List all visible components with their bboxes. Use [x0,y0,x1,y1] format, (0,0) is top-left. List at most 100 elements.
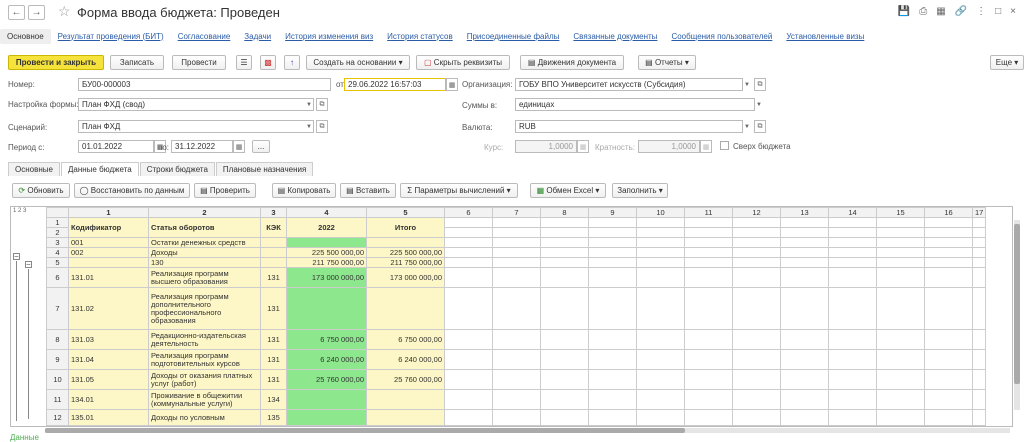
nav-tab-files[interactable]: Присоединенные файлы [460,32,567,41]
chevron-down-icon[interactable]: ▼ [304,120,314,133]
calendar-icon[interactable]: ▦ [233,140,245,153]
open-icon[interactable]: ⧉ [754,78,766,91]
item-cell[interactable]: Доходы [148,247,261,258]
item-cell[interactable]: Доходы по условным [148,409,261,426]
empty-cell[interactable] [876,329,925,350]
more-button[interactable]: Еще ▾ [990,55,1024,70]
empty-cell[interactable] [780,247,829,258]
empty-cell[interactable] [828,247,877,258]
empty-cell[interactable] [828,267,877,288]
chevron-down-icon[interactable]: ▼ [742,120,752,133]
code-cell[interactable]: 131.02 [68,287,149,330]
post-and-close-button[interactable]: Провести и закрыть [8,55,104,70]
nav-tab-approval[interactable]: Согласование [171,32,238,41]
empty-cell[interactable] [636,389,685,410]
empty-cell[interactable] [828,369,877,390]
sub-tab-budget-rows[interactable]: Строки бюджета [139,162,215,176]
empty-cell[interactable] [444,389,493,410]
nav-tab-main[interactable]: Основное [0,28,51,44]
empty-cell[interactable] [780,329,829,350]
paste-button[interactable]: ▤ Вставить [340,183,396,198]
total-cell[interactable] [366,389,445,410]
chevron-down-icon[interactable]: ▼ [754,98,764,111]
item-cell[interactable]: Реализация программ высшего образования [148,267,261,288]
print-icon[interactable]: ⎙ [919,6,927,17]
empty-cell[interactable] [924,287,973,330]
nav-tab-visa-history[interactable]: История изменения виз [278,32,380,41]
value-2022-cell[interactable]: 25 760 000,00 [286,369,367,390]
kek-cell[interactable]: 131 [260,267,287,288]
sub-tab-planned[interactable]: Плановые назначения [215,162,314,176]
sub-tab-budget-data[interactable]: Данные бюджета [60,162,139,176]
kek-cell[interactable] [260,247,287,258]
empty-cell[interactable] [540,349,589,370]
empty-cell[interactable] [924,267,973,288]
favorite-star-icon[interactable]: ☆ [58,3,71,20]
empty-cell[interactable] [924,409,973,426]
column-header[interactable]: 6 [444,207,493,218]
empty-cell[interactable] [540,227,589,238]
value-2022-cell[interactable]: 211 750 000,00 [286,257,367,268]
empty-cell[interactable] [780,267,829,288]
total-cell[interactable]: 6 240 000,00 [366,349,445,370]
value-2022-cell[interactable]: 225 500 000,00 [286,247,367,258]
empty-cell[interactable] [828,257,877,268]
empty-cell[interactable] [636,227,685,238]
empty-cell[interactable] [444,247,493,258]
value-2022-cell[interactable]: 6 240 000,00 [286,349,367,370]
empty-cell[interactable] [492,217,541,228]
calendar-icon[interactable]: ▦ [446,78,458,91]
empty-cell[interactable] [588,247,637,258]
empty-cell[interactable] [876,349,925,370]
open-icon[interactable]: ⧉ [754,120,766,133]
save-button[interactable]: Записать [110,55,164,70]
empty-cell[interactable] [492,329,541,350]
nav-tab-related-docs[interactable]: Связанные документы [566,32,664,41]
code-cell[interactable]: 131.01 [68,267,149,288]
empty-cell[interactable] [924,217,973,228]
empty-cell[interactable] [876,227,925,238]
empty-cell[interactable] [684,267,733,288]
empty-cell[interactable] [780,389,829,410]
empty-cell[interactable] [780,349,829,370]
code-cell[interactable] [68,257,149,268]
calc-params-button[interactable]: Σ Параметры вычислений ▾ [400,183,518,198]
column-header[interactable]: 5 [366,207,445,218]
empty-cell[interactable] [876,267,925,288]
nav-tab-tasks[interactable]: Задачи [237,32,278,41]
item-cell[interactable]: Редакционно-издательская деятельность [148,329,261,350]
empty-cell[interactable] [492,227,541,238]
total-cell[interactable] [366,287,445,330]
total-cell[interactable] [366,409,445,426]
empty-cell[interactable] [780,227,829,238]
code-cell[interactable]: 134.01 [68,389,149,410]
empty-cell[interactable] [636,257,685,268]
total-cell[interactable]: 211 750 000,00 [366,257,445,268]
pin-icon[interactable]: ↑ [284,55,300,70]
outline-levels[interactable]: 1 2 3 [13,208,26,214]
empty-cell[interactable] [444,287,493,330]
calendar-icon[interactable]: ▦ [936,6,945,17]
empty-cell[interactable] [924,237,973,248]
kek-cell[interactable]: 134 [260,389,287,410]
empty-cell[interactable] [828,237,877,248]
vertical-scroll-thumb[interactable] [1014,224,1020,384]
reports-button[interactable]: ▤ Отчеты ▾ [638,55,696,70]
empty-cell[interactable] [828,329,877,350]
item-cell[interactable]: Реализация программ подготовительных кур… [148,349,261,370]
empty-cell[interactable] [876,257,925,268]
copy-button[interactable]: ▤ Копировать [272,183,336,198]
close-icon[interactable]: × [1010,6,1016,17]
empty-cell[interactable] [684,247,733,258]
empty-cell[interactable] [444,227,493,238]
fill-button[interactable]: Заполнить ▾ [612,183,668,198]
over-budget-checkbox[interactable] [720,141,729,150]
empty-cell[interactable] [780,217,829,228]
empty-cell[interactable] [876,389,925,410]
empty-cell[interactable] [971,389,987,410]
empty-cell[interactable] [924,247,973,258]
list-icon[interactable]: ☰ [236,55,252,70]
empty-cell[interactable] [492,237,541,248]
empty-cell[interactable] [828,287,877,330]
empty-cell[interactable] [780,369,829,390]
